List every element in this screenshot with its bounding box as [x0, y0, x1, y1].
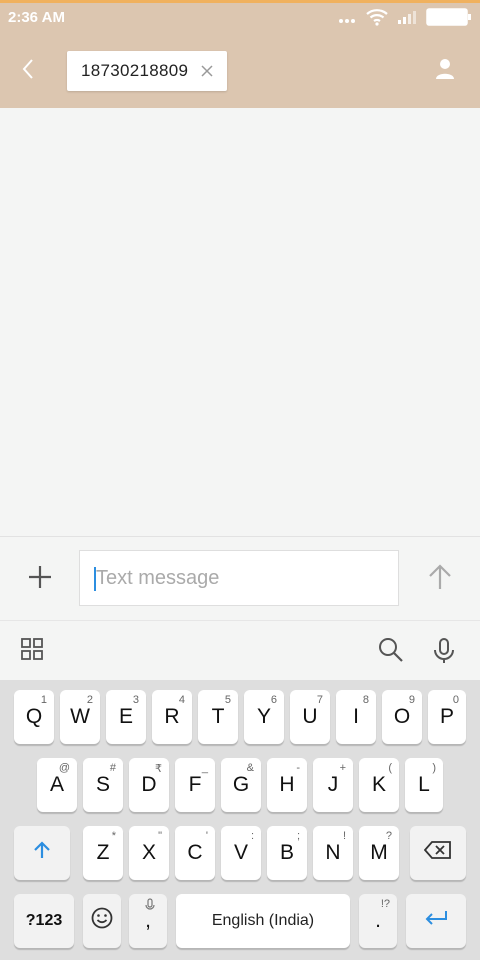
key-a[interactable]: @ A [37, 758, 77, 812]
keyboard-toolbar [0, 620, 480, 681]
key-v[interactable]: :V [221, 826, 261, 880]
key-g[interactable]: & G [221, 758, 261, 812]
key-l[interactable]: ) L [405, 758, 443, 812]
key-b[interactable]: ; B [267, 826, 307, 880]
shift-arrow-icon [32, 840, 52, 866]
compose-bar: Text message [0, 536, 480, 621]
close-icon [201, 65, 213, 77]
message-thread [0, 108, 480, 536]
battery-icon [426, 7, 472, 32]
key-z[interactable]: * Z [83, 826, 123, 880]
remove-recipient-button[interactable] [197, 61, 217, 81]
comma-key[interactable]: , [129, 894, 167, 948]
key-x[interactable]: " X [129, 826, 169, 880]
key-j[interactable]: + J [313, 758, 353, 812]
back-button[interactable] [14, 54, 42, 88]
key-r[interactable]: 4R [152, 690, 192, 744]
key-c[interactable]: ' C [175, 826, 215, 880]
grid-icon[interactable] [20, 637, 48, 665]
recipient-number: 18730218809 [81, 61, 189, 80]
message-input[interactable]: Text message [79, 550, 399, 606]
enter-icon [423, 909, 449, 933]
wifi-icon [366, 8, 388, 31]
key-h[interactable]: -H [267, 758, 307, 812]
key-n[interactable]: ! N [313, 826, 353, 880]
space-key[interactable]: English (India) [176, 894, 350, 948]
status-time: 2:36 AM [8, 9, 65, 26]
backspace-icon [423, 840, 452, 866]
chevron-left-icon [20, 57, 36, 86]
status-icons [338, 7, 472, 32]
backspace-key[interactable] [410, 826, 466, 880]
person-icon [435, 58, 455, 85]
more-dots-icon [338, 11, 356, 29]
recipient-chip[interactable]: 18730218809 [67, 51, 227, 91]
key-e[interactable]: 3E [106, 690, 146, 744]
key-f[interactable]: _ F [175, 758, 215, 812]
key-s[interactable]: # S [83, 758, 123, 812]
key-t[interactable]: 5T [198, 690, 238, 744]
key-d[interactable]: ₹ D [129, 758, 169, 812]
send-button[interactable] [422, 561, 458, 597]
key-i[interactable]: 8I [336, 690, 376, 744]
key-q[interactable]: 1Q [14, 690, 54, 744]
search-icon[interactable] [378, 637, 406, 665]
signal-icon [398, 10, 416, 29]
plus-icon [27, 564, 53, 595]
key-y[interactable]: 6Y [244, 690, 284, 744]
key-p[interactable]: 0P [428, 690, 466, 744]
emoji-key[interactable] [83, 894, 121, 948]
period-key[interactable]: !? . [359, 894, 397, 948]
key-m[interactable]: ? M [359, 826, 399, 880]
symbols-key[interactable]: ?123 [14, 894, 74, 948]
key-o[interactable]: 9O [382, 690, 422, 744]
status-bar: 2:36 AM [0, 0, 480, 34]
keyboard: 1Q 2W 3E 4R 5T 6Y 7U 8I 9O 0P @ A # S ₹ D _… [0, 680, 480, 960]
small-mic-icon [145, 898, 155, 915]
attach-button[interactable] [22, 561, 58, 597]
shift-key[interactable] [14, 826, 70, 880]
microphone-icon[interactable] [432, 637, 460, 665]
conversation-header: 18730218809 [0, 34, 480, 108]
message-placeholder: Text message [96, 567, 220, 589]
key-w[interactable]: 2W [60, 690, 100, 744]
enter-key[interactable] [406, 894, 466, 948]
key-u[interactable]: 7U [290, 690, 330, 744]
contact-button[interactable] [430, 56, 460, 86]
key-k[interactable]: (K [359, 758, 399, 812]
arrow-up-icon [426, 563, 454, 596]
emoji-icon [91, 907, 113, 935]
